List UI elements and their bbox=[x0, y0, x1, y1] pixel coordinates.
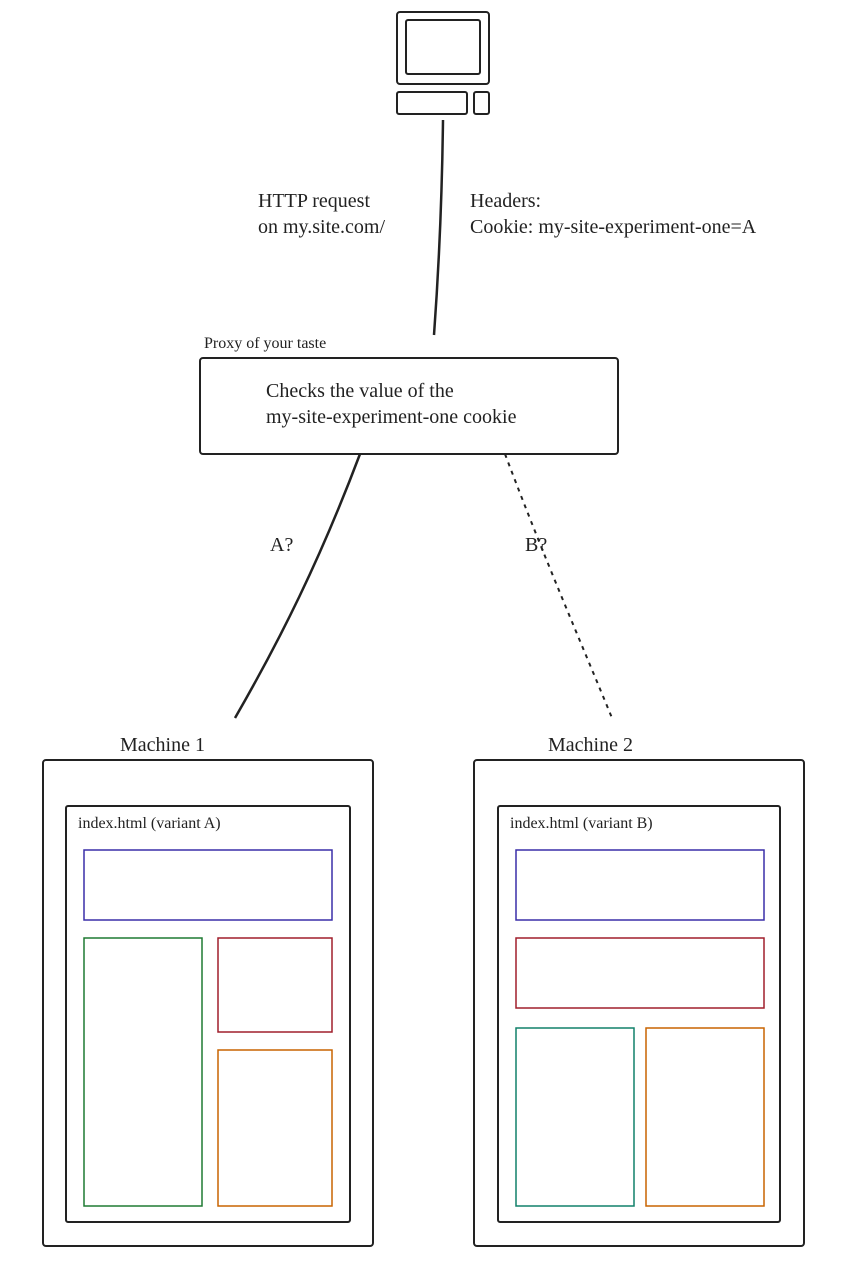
branch-a-label: A? bbox=[270, 532, 293, 558]
m2-block-orange bbox=[646, 1028, 764, 1206]
machine-1-title: Machine 1 bbox=[120, 732, 205, 758]
proxy-body-2: my-site-experiment-one cookie bbox=[266, 404, 516, 430]
arrow-branch-a bbox=[235, 454, 360, 718]
m2-block-purple bbox=[516, 850, 764, 920]
proxy-title: Proxy of your taste bbox=[204, 334, 326, 355]
computer-icon bbox=[397, 12, 489, 114]
headers-label-2: Cookie: my-site-experiment-one=A bbox=[470, 214, 756, 240]
headers-label-1: Headers: bbox=[470, 188, 541, 214]
branch-b-label: B? bbox=[525, 532, 547, 558]
machine-2-title: Machine 2 bbox=[548, 732, 633, 758]
request-label-2: on my.site.com/ bbox=[258, 214, 385, 240]
proxy-body-1: Checks the value of the bbox=[266, 378, 454, 404]
m1-block-green bbox=[84, 938, 202, 1206]
m1-block-purple bbox=[84, 850, 332, 920]
request-label-1: HTTP request bbox=[258, 188, 370, 214]
m2-block-teal bbox=[516, 1028, 634, 1206]
m1-block-red bbox=[218, 938, 332, 1032]
architecture-diagram: HTTP request on my.site.com/ Headers: Co… bbox=[0, 0, 851, 1263]
arrow-branch-b bbox=[505, 454, 612, 718]
machine-2-page: index.html (variant B) bbox=[510, 814, 653, 835]
m2-block-red bbox=[516, 938, 764, 1008]
arrow-request bbox=[434, 120, 443, 335]
m1-block-orange bbox=[218, 1050, 332, 1206]
machine-1-page: index.html (variant A) bbox=[78, 814, 221, 835]
